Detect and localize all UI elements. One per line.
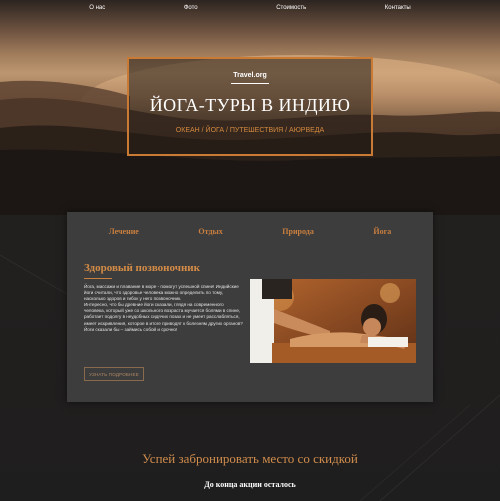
nav-item-about[interactable]: О нас [89, 5, 105, 11]
massage-photo [250, 279, 416, 363]
section-title-underline [84, 278, 112, 279]
section-paragraph-1: Йога, массажи и плавание в море - помогу… [84, 284, 239, 302]
brand-underline [231, 83, 269, 84]
section-title: Здоровый позвоночник [84, 262, 200, 274]
hero-tags: ОКЕАН / ЙОГА / ПУТЕШЕСТВИЯ / АЮРВЕДА [175, 127, 325, 134]
promo-subtitle: До конца акции осталось [204, 480, 296, 489]
tab-treatment[interactable]: Лечение [109, 227, 139, 236]
tab-rest[interactable]: Отдых [198, 227, 222, 236]
nav-item-contacts[interactable]: Контакты [385, 5, 411, 11]
tab-nature[interactable]: Природа [282, 227, 314, 236]
card-tabs: Лечение Отдых Природа Йога [67, 227, 433, 236]
learn-more-button[interactable]: УЗНАТЬ ПОДРОБНЕЕ [84, 367, 144, 381]
hero-title-box: Travel.org ЙОГА-ТУРЫ В ИНДИЮ ОКЕАН / ЙОГ… [127, 57, 373, 156]
promo-title: Успей забронировать место со скидкой [142, 451, 358, 466]
page-title: ЙОГА-ТУРЫ В ИНДИЮ [149, 95, 351, 115]
info-card: Лечение Отдых Природа Йога Здоровый позв… [67, 212, 433, 402]
hero-banner: О нас Фото Стоимость Контакты Travel.org… [0, 0, 500, 215]
nav-item-photo[interactable]: Фото [184, 5, 198, 11]
nav-item-price[interactable]: Стоимость [276, 5, 306, 11]
top-nav: О нас Фото Стоимость Контакты [0, 0, 500, 16]
section-text: Йога, массажи и плавание в море - помогу… [84, 284, 244, 333]
tab-yoga[interactable]: Йога [373, 227, 391, 236]
section-paragraph-2: Интересно, что бы древние йоги сказали, … [84, 302, 243, 332]
brand-logo[interactable]: Travel.org [129, 72, 371, 79]
massage-illustration [250, 279, 416, 363]
